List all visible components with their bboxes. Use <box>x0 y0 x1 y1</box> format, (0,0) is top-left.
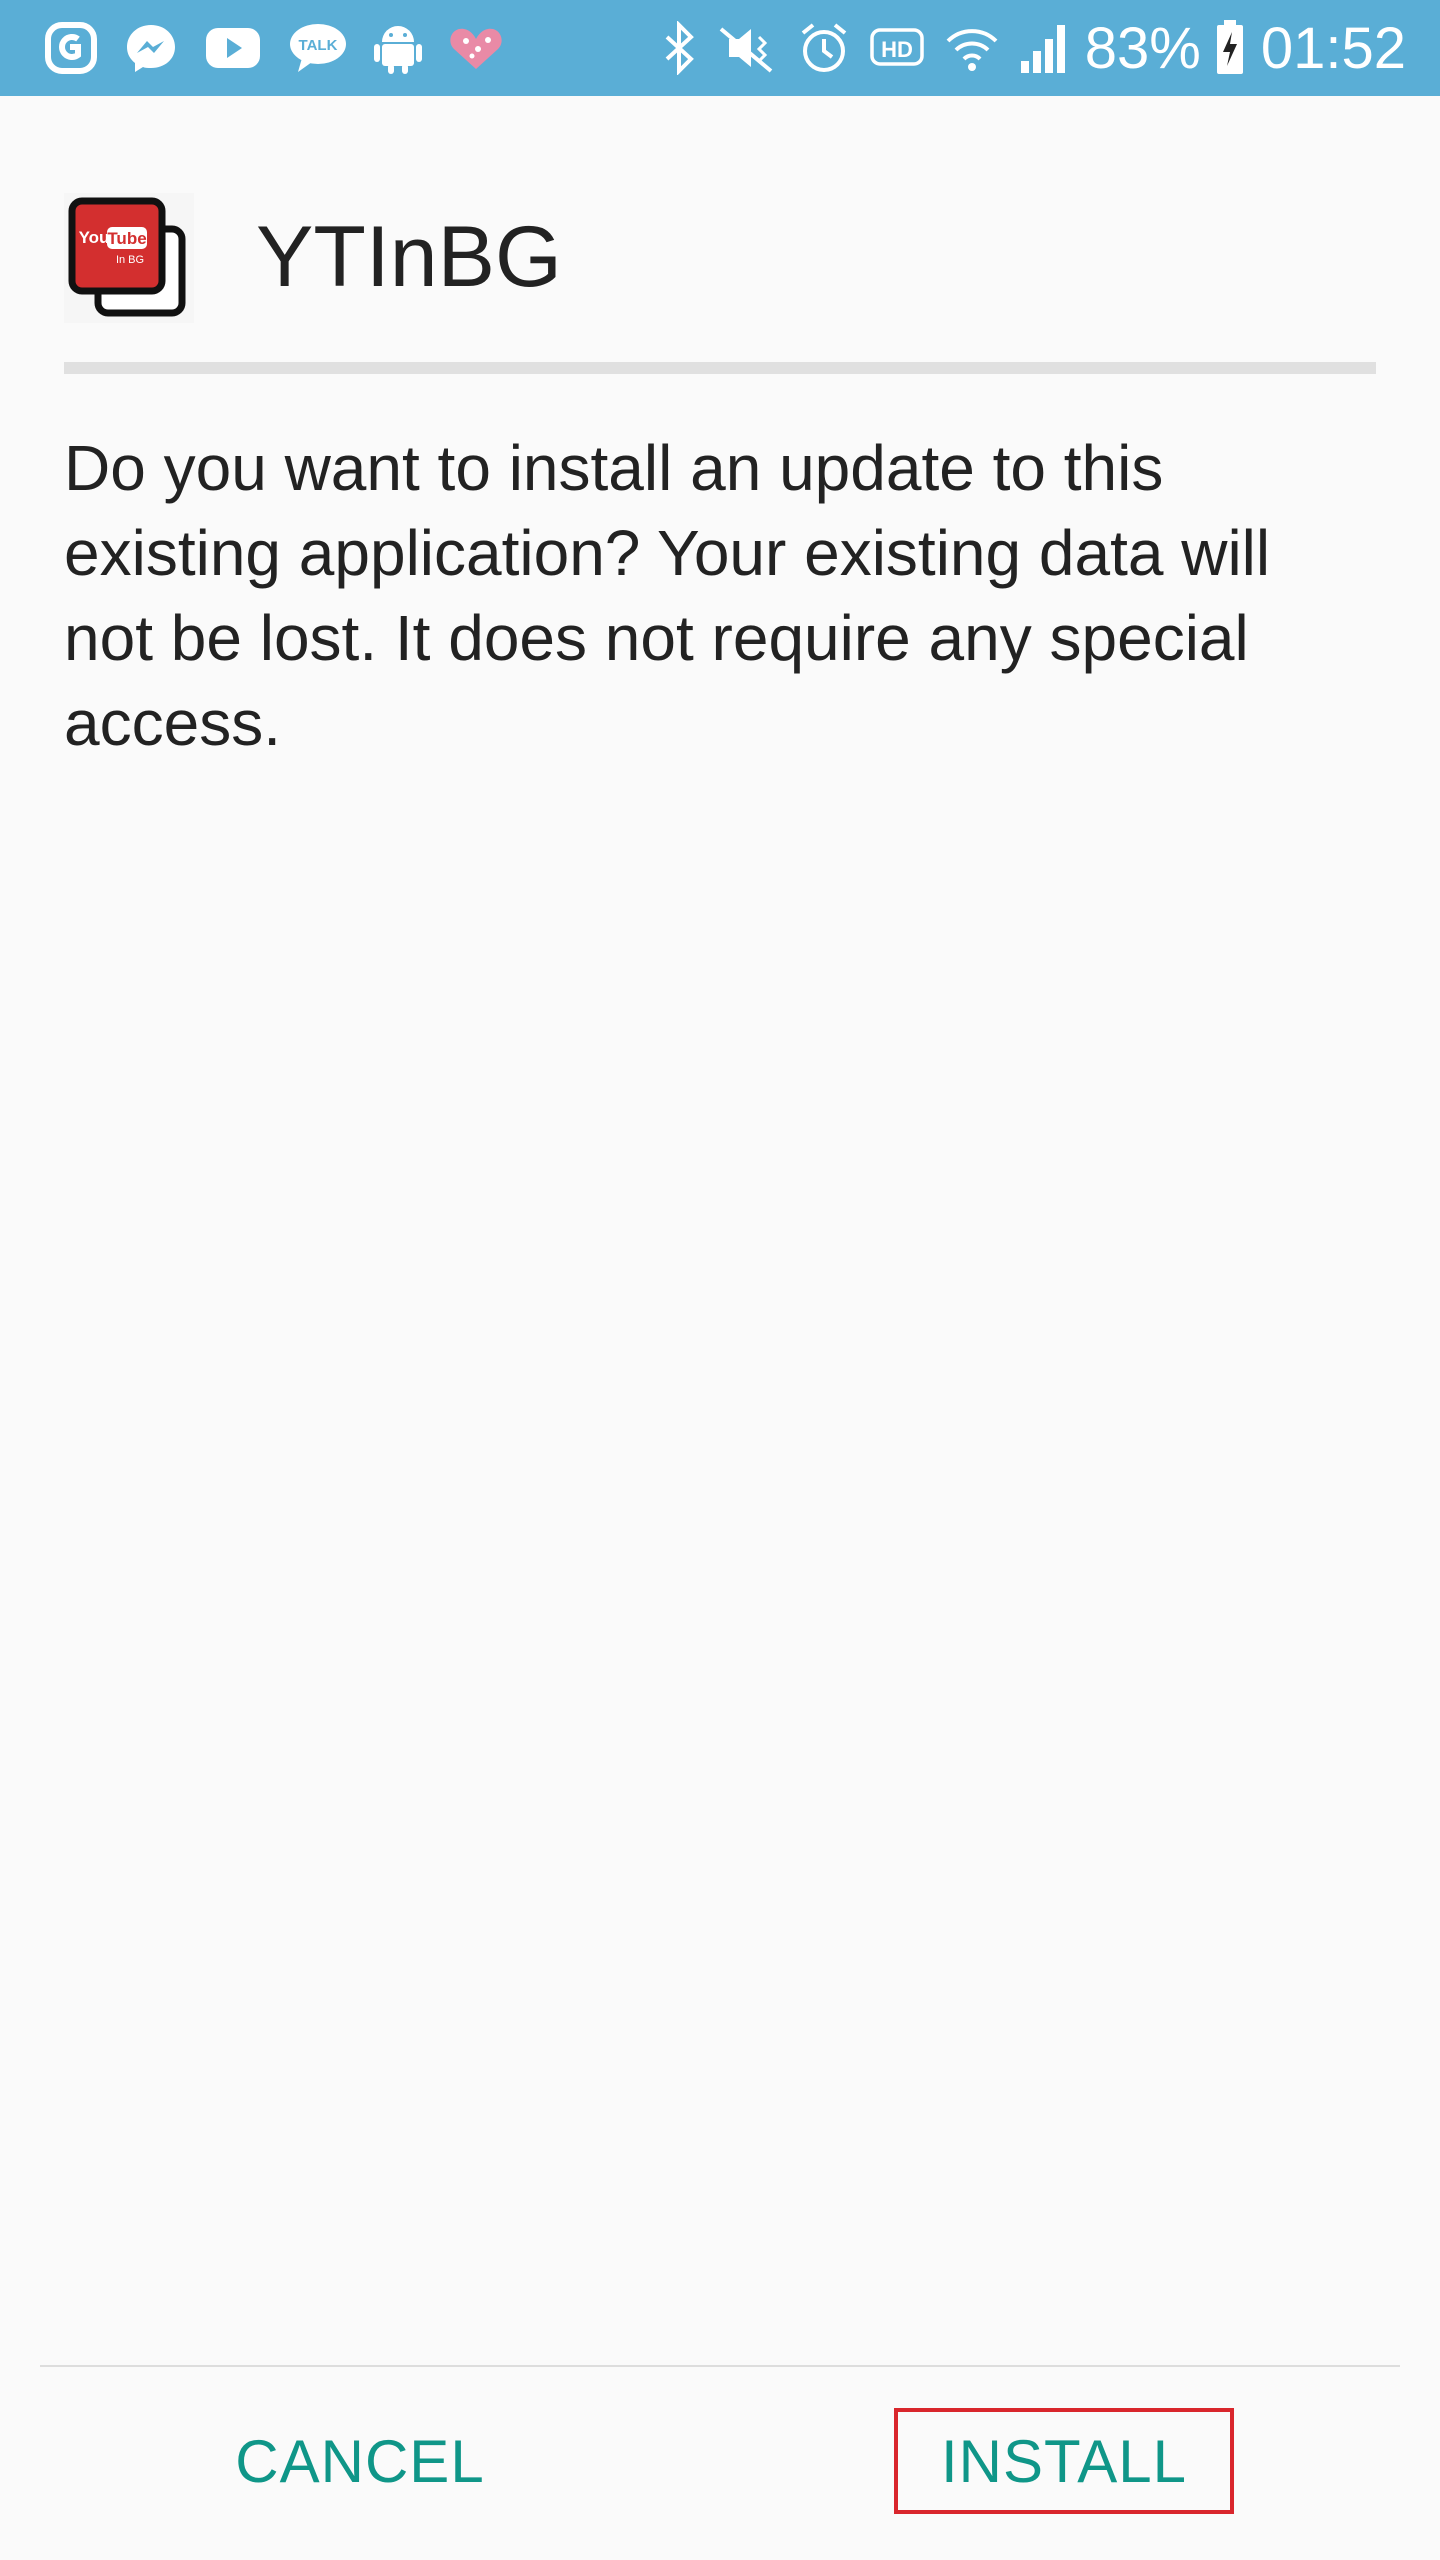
kakaotalk-icon: TALK <box>288 22 348 74</box>
svg-text:HD: HD <box>881 37 913 62</box>
app-header: You Tube In BG YTInBG <box>64 190 1376 325</box>
status-bar: TALK HD 83% 01:52 <box>0 0 1440 96</box>
install-message: Do you want to install an update to this… <box>64 432 1271 759</box>
heart-icon <box>448 23 504 73</box>
svg-text:TALK: TALK <box>299 37 338 54</box>
system-icons: HD 83% 01:52 <box>643 15 1406 82</box>
app-name: YTInBG <box>256 209 562 305</box>
glide-icon <box>44 21 98 75</box>
svg-text:In BG: In BG <box>116 254 144 266</box>
notification-icons: TALK <box>44 20 530 76</box>
button-bar-divider <box>40 2365 1400 2367</box>
bluetooth-icon <box>663 21 697 75</box>
header-divider <box>64 362 1376 374</box>
install-button[interactable]: INSTALL <box>894 2408 1234 2514</box>
app-icon: You Tube In BG <box>64 192 194 323</box>
messenger-icon <box>124 21 178 75</box>
cancel-button[interactable]: CANCEL <box>190 2408 530 2514</box>
svg-text:Tube: Tube <box>107 229 146 248</box>
battery-percent: 83% <box>1084 15 1201 81</box>
clock: 01:52 <box>1260 15 1406 81</box>
battery-charging-icon <box>1215 20 1245 76</box>
hd-icon: HD <box>869 25 925 71</box>
mute-icon <box>717 21 779 75</box>
signal-icon <box>1019 21 1071 75</box>
youtube-icon <box>204 26 262 70</box>
svg-text:You: You <box>79 228 110 247</box>
alarm-icon <box>799 21 849 75</box>
wifi-icon <box>945 21 999 75</box>
android-icon <box>374 20 422 76</box>
